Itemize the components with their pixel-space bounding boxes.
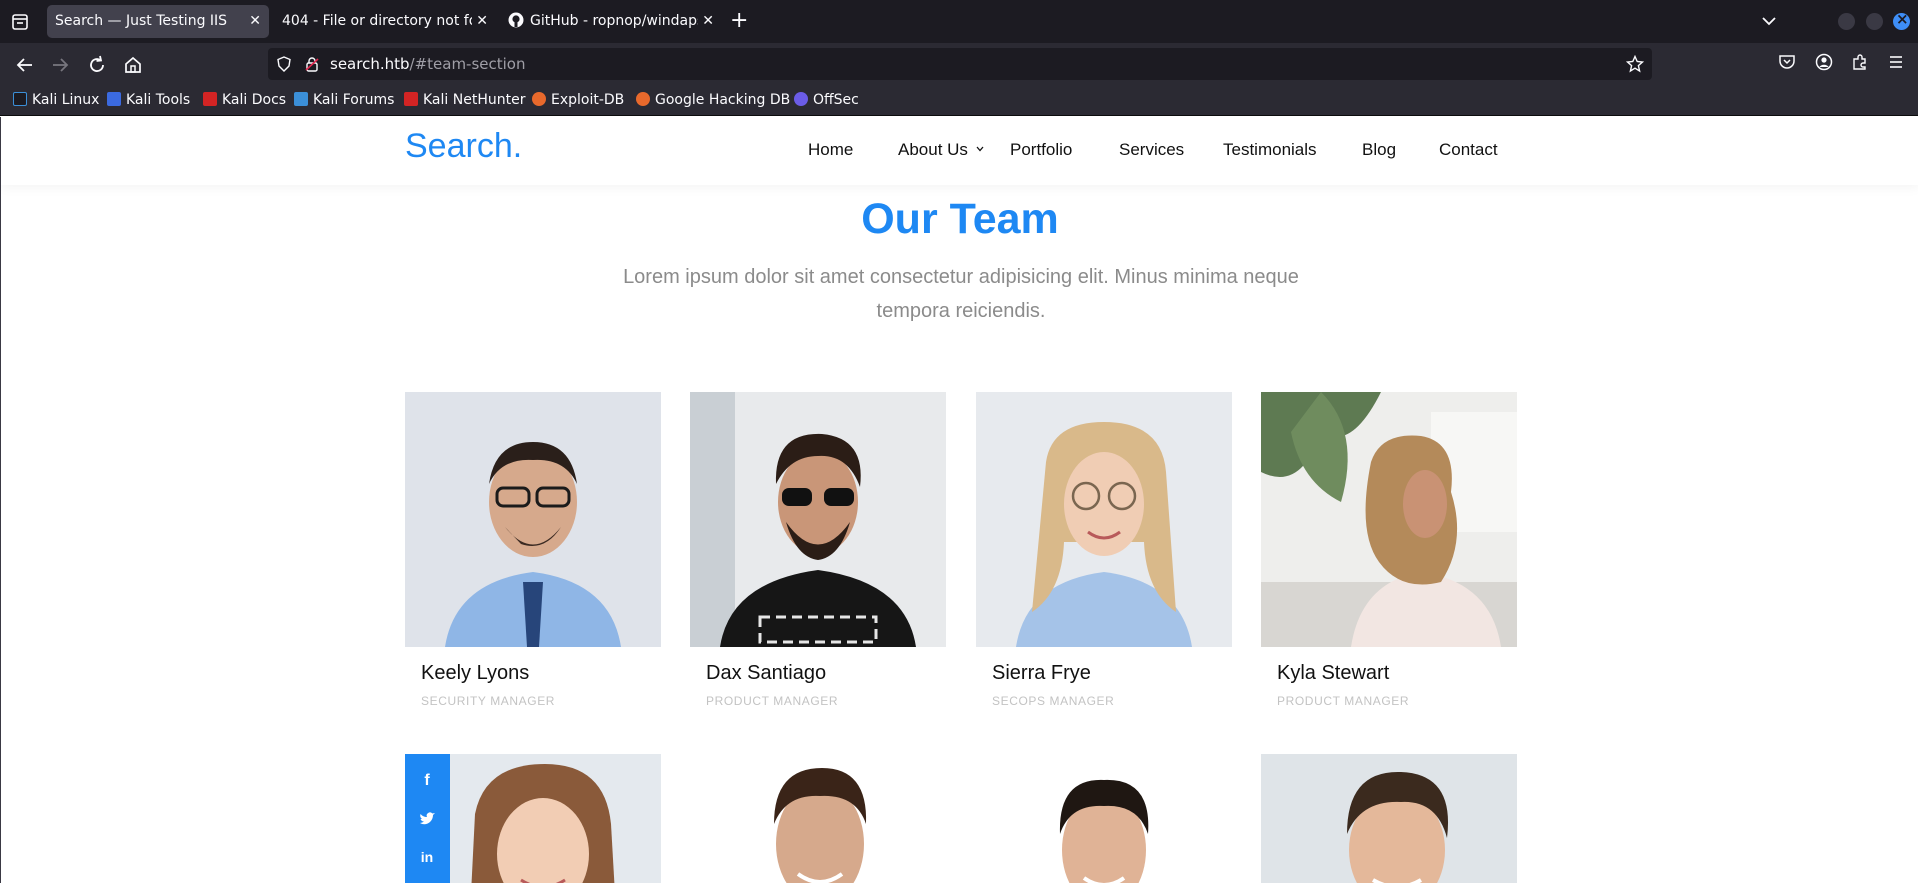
extensions-icon[interactable]	[1851, 53, 1869, 71]
web-page: Search. Home About Us Portfolio Services…	[0, 117, 1918, 883]
tab-list-icon[interactable]	[8, 10, 32, 34]
tab-close-icon[interactable]: ✕	[249, 5, 261, 38]
tab-title: 404 - File or directory not fou	[282, 13, 472, 29]
nav-contact[interactable]: Contact	[1439, 140, 1498, 160]
member-role: SECOPS MANAGER	[992, 694, 1115, 708]
url-path: /#team-section	[409, 55, 526, 73]
maximize-icon[interactable]	[1866, 13, 1883, 30]
nav-home[interactable]: Home	[808, 140, 853, 160]
bookmark-google-hacking-db[interactable]: Google Hacking DB	[636, 86, 790, 116]
bookmarks-toolbar: Kali Linux Kali Tools Kali Docs Kali For…	[0, 86, 1918, 116]
twitter-icon[interactable]	[417, 809, 437, 829]
bookmark-label: OffSec	[813, 92, 859, 108]
hamburger-menu-icon[interactable]	[1887, 53, 1905, 71]
nav-testimonials[interactable]: Testimonials	[1223, 140, 1317, 160]
url-bar[interactable]: search.htb/#team-section	[268, 48, 1652, 80]
member-photo	[1261, 754, 1517, 883]
tab-title: GitHub - ropnop/windaps	[530, 13, 698, 29]
reload-icon[interactable]	[85, 53, 109, 77]
member-photo	[976, 754, 1232, 883]
tab-title-wrap: GitHub - ropnop/windaps	[508, 5, 698, 38]
team-member-card[interactable]	[690, 754, 946, 883]
url-text[interactable]: search.htb/#team-section	[330, 48, 526, 80]
bookmark-label: Kali Linux	[32, 92, 100, 108]
social-links-bar: f in	[405, 754, 450, 883]
shield-icon[interactable]	[276, 56, 292, 72]
bookmark-label: Exploit-DB	[551, 92, 625, 108]
nav-services[interactable]: Services	[1119, 140, 1184, 160]
facebook-icon[interactable]: f	[417, 771, 437, 791]
tab-title: Search — Just Testing IIS	[55, 13, 228, 29]
bookmark-label: Google Hacking DB	[655, 92, 791, 108]
bookmark-exploit-db[interactable]: Exploit-DB	[532, 86, 624, 116]
member-name: Sierra Frye	[992, 662, 1091, 684]
bookmark-offsec[interactable]: OffSec	[794, 86, 859, 116]
tab-close-icon[interactable]: ✕	[476, 5, 488, 38]
section-subtitle: Lorem ipsum dolor sit amet consectetur a…	[623, 266, 1299, 322]
site-logo[interactable]: Search.	[405, 127, 522, 166]
minimize-icon[interactable]	[1838, 13, 1855, 30]
bookmark-kali-linux[interactable]: Kali Linux	[13, 86, 99, 116]
pocket-icon[interactable]	[1778, 53, 1796, 71]
nav-portfolio[interactable]: Portfolio	[1010, 140, 1072, 160]
account-icon[interactable]	[1815, 53, 1833, 71]
member-photo	[1261, 392, 1517, 647]
bookmark-kali-tools[interactable]: Kali Tools	[107, 86, 190, 116]
bookmark-label: Kali Docs	[222, 92, 287, 108]
ghdb-icon	[636, 92, 650, 106]
nav-about-us[interactable]: About Us	[898, 140, 984, 160]
offsec-icon	[794, 92, 808, 106]
site-header: Search. Home About Us Portfolio Services…	[1, 117, 1918, 185]
url-host: search.htb	[330, 55, 410, 73]
section-title: Our Team	[861, 195, 1059, 243]
member-photo	[976, 392, 1232, 647]
nethunter-icon	[404, 92, 418, 106]
member-role: SECURITY MANAGER	[421, 694, 556, 708]
home-icon[interactable]	[121, 53, 145, 77]
chevron-down-icon[interactable]	[1760, 12, 1778, 30]
close-window-icon[interactable]	[1893, 10, 1910, 30]
kali-forums-icon	[294, 92, 308, 106]
exploit-db-icon	[532, 92, 546, 106]
member-role: PRODUCT MANAGER	[706, 694, 839, 708]
github-icon	[508, 12, 524, 28]
tab-github[interactable]: GitHub - ropnop/windaps ✕	[500, 5, 722, 38]
bookmark-kali-nethunter[interactable]: Kali NetHunter	[404, 86, 525, 116]
team-member-card[interactable]	[976, 754, 1232, 883]
member-photo	[690, 392, 946, 647]
member-photo	[690, 754, 946, 883]
tab-404[interactable]: 404 - File or directory not fou ✕	[274, 5, 496, 38]
back-icon[interactable]	[13, 53, 37, 77]
kali-dragon-icon	[13, 92, 27, 106]
member-name: Dax Santiago	[706, 662, 827, 684]
forward-icon[interactable]	[48, 53, 72, 77]
nav-label: About Us	[898, 140, 968, 159]
bookmark-label: Kali Tools	[126, 92, 191, 108]
member-name: Kyla Stewart	[1277, 662, 1390, 684]
browser-nav-bar: search.htb/#team-section	[0, 43, 1918, 86]
bookmark-label: Kali Forums	[313, 92, 395, 108]
member-role: PRODUCT MANAGER	[1277, 694, 1410, 708]
kali-tools-icon	[107, 92, 121, 106]
member-photo	[405, 392, 661, 647]
bookmark-kali-forums[interactable]: Kali Forums	[294, 86, 394, 116]
team-member-card[interactable]	[1261, 754, 1517, 883]
insecure-lock-icon[interactable]	[304, 56, 320, 72]
new-tab-icon[interactable]: +	[730, 9, 748, 33]
kali-docs-icon	[203, 92, 217, 106]
bookmark-label: Kali NetHunter	[423, 92, 526, 108]
browser-tab-bar: Search — Just Testing IIS ✕ 404 - File o…	[0, 0, 1918, 43]
bookmark-kali-docs[interactable]: Kali Docs	[203, 86, 286, 116]
member-name: Keely Lyons	[421, 662, 530, 684]
linkedin-icon[interactable]: in	[417, 847, 437, 867]
chevron-down-icon	[976, 146, 984, 152]
team-member-card[interactable]: f in	[405, 754, 661, 883]
nav-blog[interactable]: Blog	[1362, 140, 1396, 160]
tab-close-icon[interactable]: ✕	[702, 5, 714, 38]
tab-search[interactable]: Search — Just Testing IIS ✕	[47, 5, 269, 38]
bookmark-star-icon[interactable]	[1626, 55, 1644, 73]
